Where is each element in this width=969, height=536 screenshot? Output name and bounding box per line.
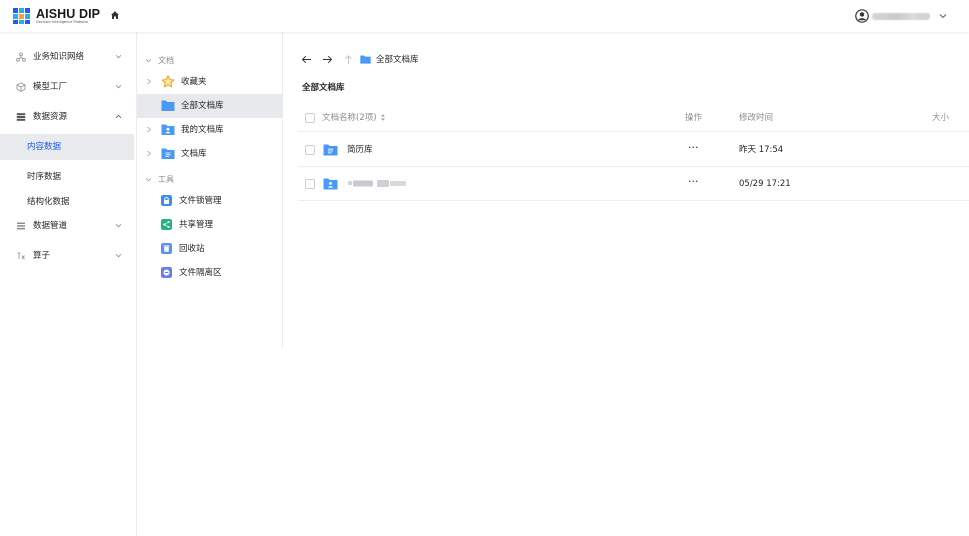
app-logo[interactable]: AISHU DIP Decision Intelligence Platform bbox=[13, 8, 100, 26]
tool-item-label: 文件隔离区 bbox=[179, 268, 222, 278]
row-checkbox[interactable] bbox=[305, 179, 315, 189]
network-icon bbox=[16, 52, 26, 62]
path-current-label[interactable]: 全部文档库 bbox=[376, 54, 419, 66]
chevron-down-icon bbox=[145, 59, 152, 63]
chevron-down-icon bbox=[939, 14, 947, 19]
nav-sub-label: 内容数据 bbox=[27, 142, 62, 152]
chevron-down-icon bbox=[115, 224, 122, 228]
row-modified-time: 05/29 17:21 bbox=[739, 179, 791, 189]
chevron-down-icon bbox=[115, 55, 122, 59]
tree-section-docs[interactable]: 文档 bbox=[137, 52, 283, 70]
tree-item-label: 收藏夹 bbox=[181, 77, 207, 87]
main-content: 全部文档库 全部文档库 文档名称(2项) 操作 修改时间 大小 简历库 ··· … bbox=[284, 32, 969, 536]
isolation-icon bbox=[161, 267, 172, 278]
chevron-down-icon bbox=[145, 178, 152, 182]
folder-icon bbox=[360, 55, 371, 64]
tool-item-recycle-bin[interactable]: 回收站 bbox=[137, 237, 283, 261]
tree-item-label: 我的文档库 bbox=[181, 125, 224, 135]
path-bar: 全部文档库 bbox=[300, 53, 600, 67]
row-checkbox[interactable] bbox=[305, 145, 315, 155]
database-icon bbox=[16, 113, 26, 121]
tool-item-file-lock[interactable]: 文件锁管理 bbox=[137, 189, 283, 213]
chevron-right-icon[interactable] bbox=[146, 150, 152, 157]
more-actions-icon[interactable]: ··· bbox=[688, 142, 699, 154]
tree-section-tools[interactable]: 工具 bbox=[137, 171, 283, 189]
star-icon bbox=[161, 75, 175, 88]
tree-item-favorites[interactable]: 收藏夹 bbox=[137, 70, 283, 94]
tool-item-share[interactable]: 共享管理 bbox=[137, 213, 283, 237]
table-header: 文档名称(2项) 操作 修改时间 大小 bbox=[298, 104, 969, 132]
user-folder-icon bbox=[323, 178, 338, 190]
nav-item-knowledge-network[interactable]: 业务知识网络 bbox=[0, 44, 136, 70]
top-header: AISHU DIP Decision Intelligence Platform bbox=[0, 0, 969, 32]
lock-icon bbox=[161, 195, 172, 206]
document-tree-panel: 文档 收藏夹 全部文档库 我的文档库 文档库 工具 文件锁管理 共享管理 回收站… bbox=[137, 32, 283, 348]
operator-icon bbox=[17, 252, 25, 260]
column-header-action: 操作 bbox=[685, 113, 703, 123]
user-name-redacted bbox=[872, 13, 930, 20]
user-icon bbox=[855, 9, 869, 23]
column-header-modified[interactable]: 修改时间 bbox=[739, 112, 773, 124]
nav-item-data-resources[interactable]: 数据资源 bbox=[0, 104, 136, 130]
more-actions-icon[interactable]: ··· bbox=[688, 176, 699, 188]
sort-icon[interactable] bbox=[380, 113, 386, 122]
user-folder-icon bbox=[161, 124, 175, 135]
logo-mark-icon bbox=[13, 8, 31, 24]
cube-icon bbox=[16, 82, 26, 92]
pipeline-icon bbox=[17, 222, 25, 230]
tree-item-label: 文档库 bbox=[181, 149, 207, 159]
row-name-redacted bbox=[348, 180, 406, 187]
nav-item-label: 模型工厂 bbox=[33, 82, 68, 92]
back-arrow-icon[interactable] bbox=[301, 54, 312, 65]
chevron-down-icon bbox=[115, 254, 122, 258]
column-header-size[interactable]: 大小 bbox=[932, 112, 949, 124]
tree-item-my-library[interactable]: 我的文档库 bbox=[137, 118, 283, 142]
folder-icon bbox=[161, 100, 175, 111]
nav-item-label: 数据资源 bbox=[33, 112, 68, 122]
logo-subtitle: Decision Intelligence Platform bbox=[36, 20, 89, 24]
row-name[interactable]: 简历库 bbox=[347, 144, 373, 156]
doc-folder-icon bbox=[161, 148, 175, 159]
nav-sub-label: 结构化数据 bbox=[27, 197, 70, 207]
trash-icon bbox=[161, 243, 172, 254]
nav-item-data-pipeline[interactable]: 数据管道 bbox=[0, 213, 136, 239]
nav-sub-timeseries-data[interactable]: 时序数据 bbox=[0, 164, 134, 190]
tree-section-label: 文档 bbox=[158, 56, 174, 65]
tool-item-label: 文件锁管理 bbox=[179, 196, 222, 206]
tool-item-label: 回收站 bbox=[179, 244, 205, 254]
nav-sub-label: 时序数据 bbox=[27, 172, 62, 182]
share-icon bbox=[161, 219, 172, 230]
nav-sub-structured-data[interactable]: 结构化数据 bbox=[0, 189, 134, 215]
tree-section-label: 工具 bbox=[158, 175, 174, 184]
user-menu[interactable] bbox=[855, 9, 951, 25]
nav-item-model-factory[interactable]: 模型工厂 bbox=[0, 74, 136, 100]
table-row[interactable]: ··· 05/29 17:21 bbox=[298, 167, 969, 201]
left-main-nav: 业务知识网络 模型工厂 数据资源 内容数据 时序数据 结构化数据 数据管道 算子 bbox=[0, 32, 137, 536]
home-icon[interactable] bbox=[110, 10, 120, 20]
tree-item-library[interactable]: 文档库 bbox=[137, 142, 283, 166]
nav-sub-content-data[interactable]: 内容数据 bbox=[0, 134, 134, 160]
nav-item-label: 数据管道 bbox=[33, 221, 68, 231]
row-modified-time: 昨天 17:54 bbox=[739, 145, 784, 155]
tree-item-all-libraries[interactable]: 全部文档库 bbox=[137, 94, 283, 118]
up-arrow-icon[interactable] bbox=[343, 54, 354, 65]
tool-item-isolation-zone[interactable]: 文件隔离区 bbox=[137, 261, 283, 285]
chevron-down-icon bbox=[115, 85, 122, 89]
forward-arrow-icon[interactable] bbox=[322, 54, 333, 65]
nav-item-label: 业务知识网络 bbox=[33, 52, 85, 62]
tool-item-label: 共享管理 bbox=[179, 220, 214, 230]
chevron-right-icon[interactable] bbox=[146, 126, 152, 133]
doc-folder-icon bbox=[323, 144, 338, 156]
nav-item-label: 算子 bbox=[33, 251, 51, 261]
chevron-right-icon[interactable] bbox=[146, 78, 152, 85]
table-row[interactable]: 简历库 ··· 昨天 17:54 bbox=[298, 133, 969, 167]
tree-item-label: 全部文档库 bbox=[181, 101, 224, 111]
chevron-up-icon bbox=[115, 114, 122, 119]
column-header-name[interactable]: 文档名称(2项) bbox=[322, 112, 377, 124]
page-title: 全部文档库 bbox=[302, 83, 345, 93]
nav-item-operators[interactable]: 算子 bbox=[0, 243, 136, 269]
select-all-checkbox[interactable] bbox=[305, 113, 315, 123]
